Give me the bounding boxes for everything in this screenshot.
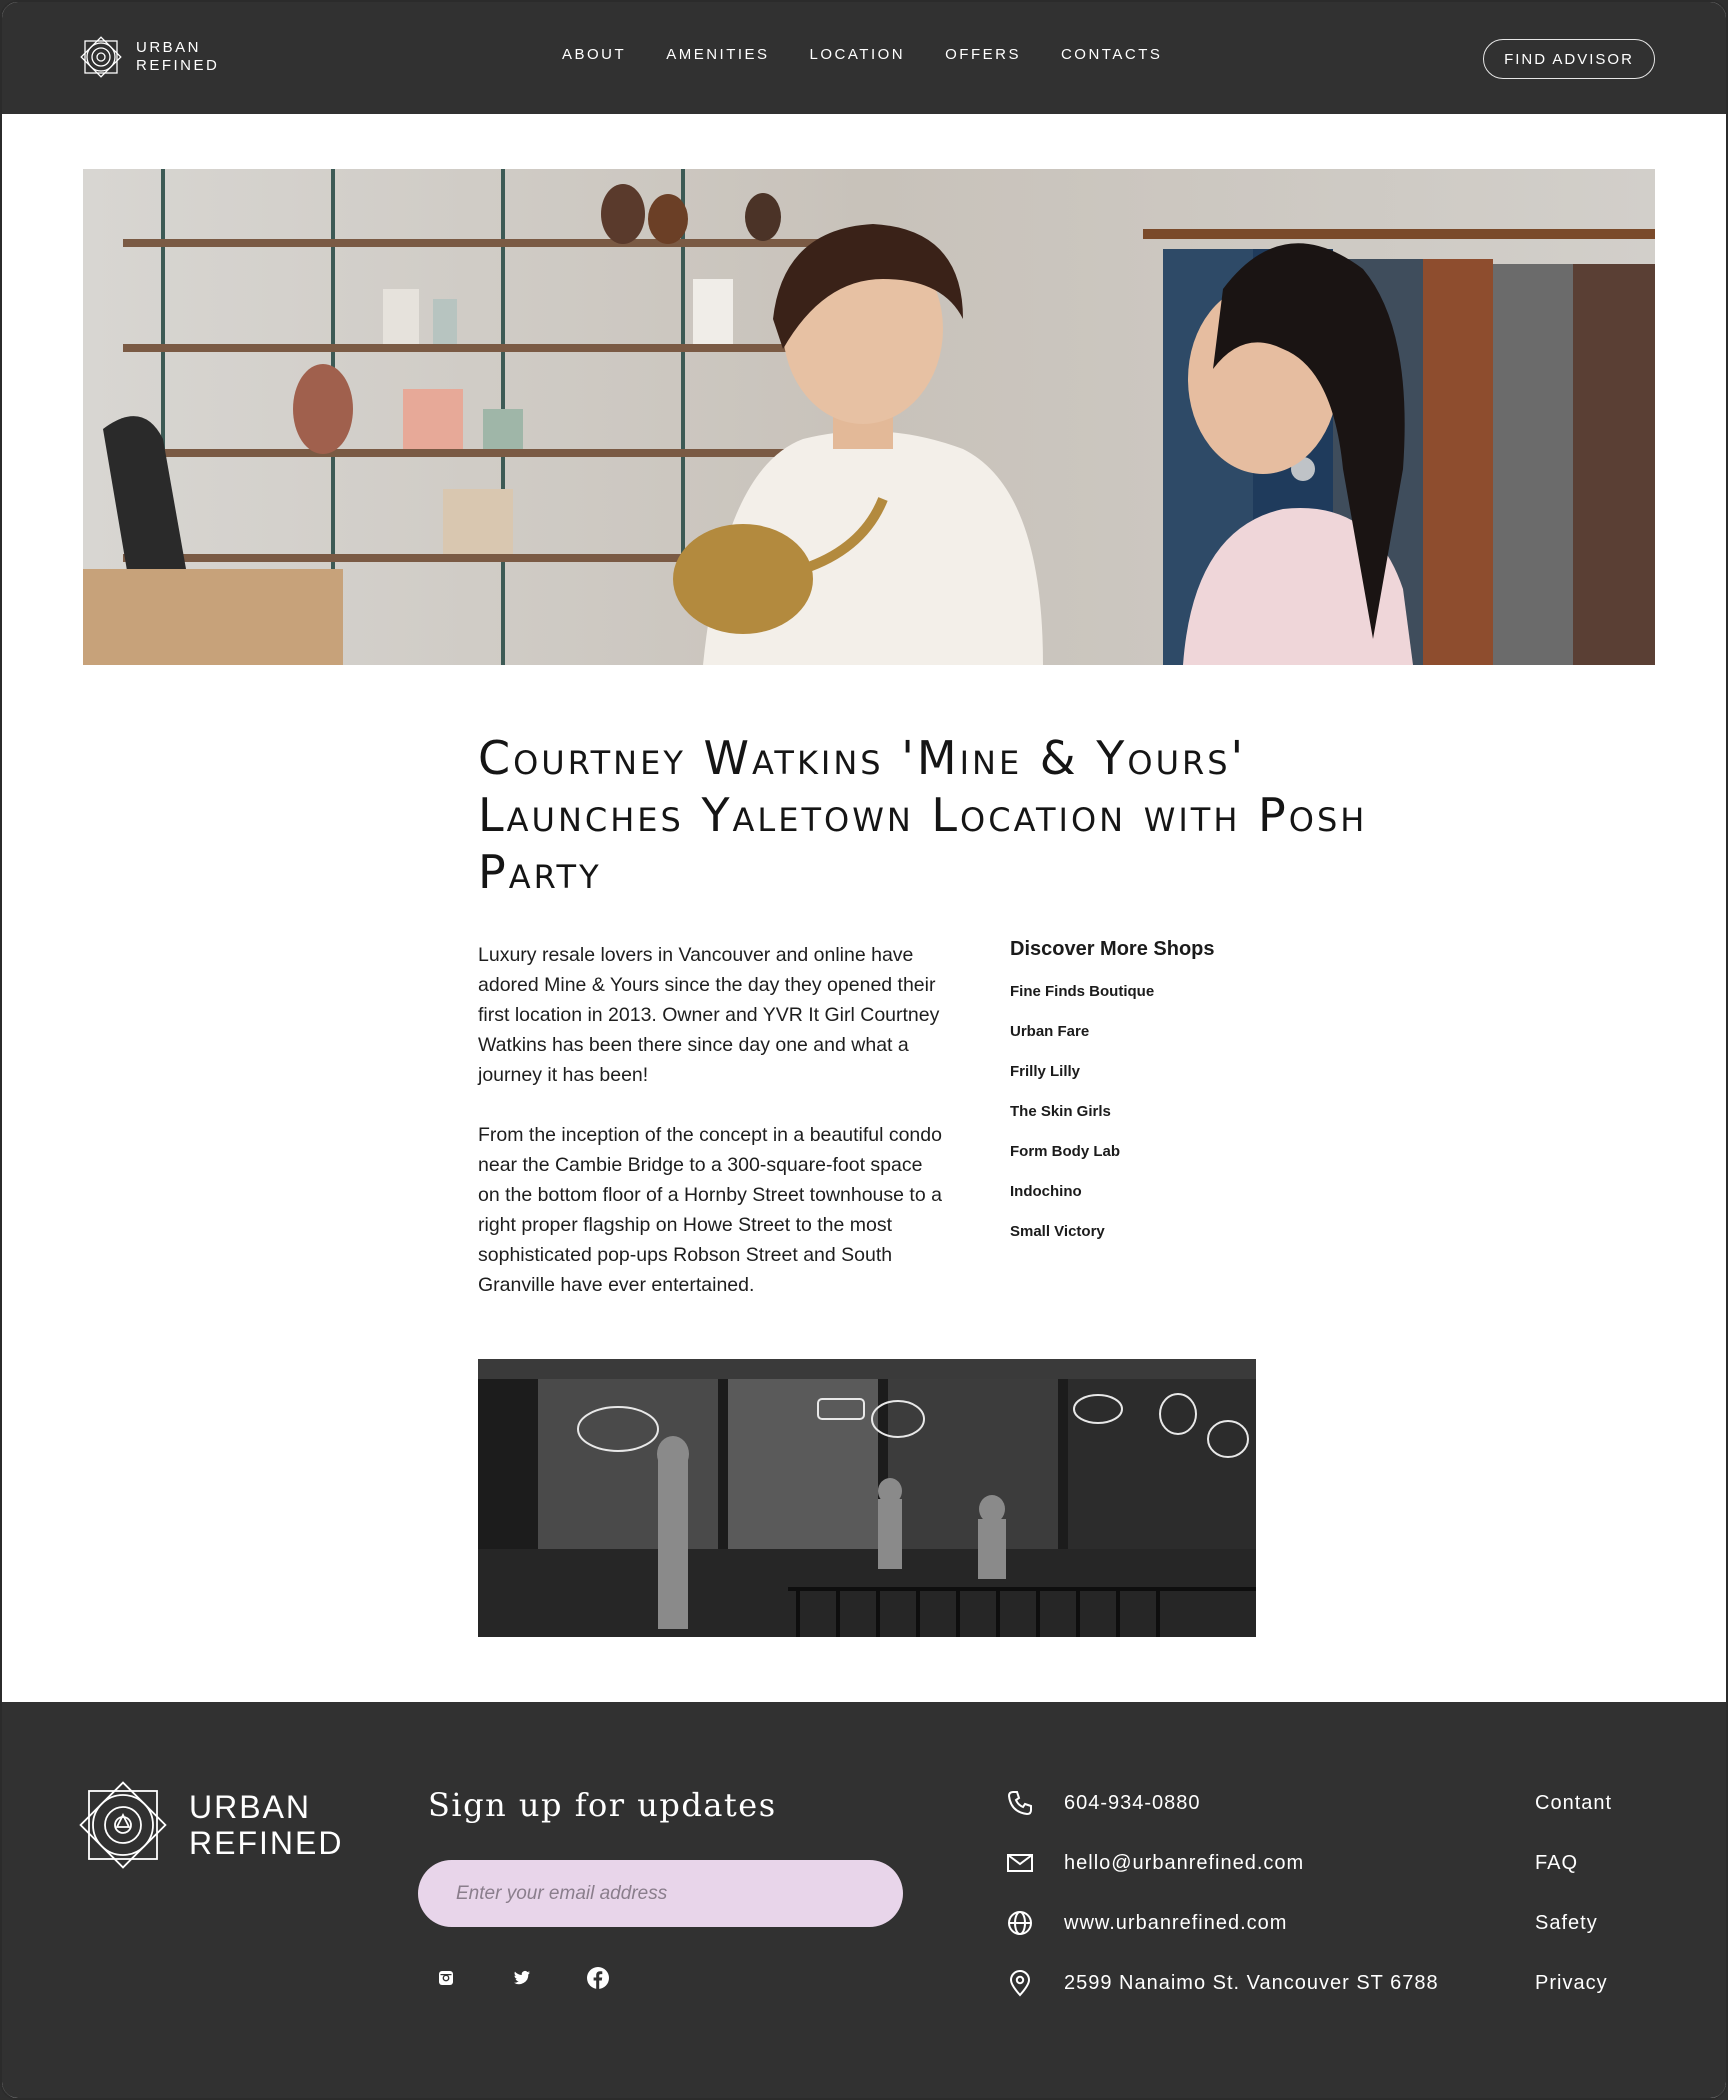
- storefront-photo: [478, 1359, 1256, 1637]
- shop-link[interactable]: Indochino: [1010, 1183, 1082, 1200]
- brand-line-2: REFINED: [136, 57, 220, 74]
- footer-links: Contant FAQ Safety Privacy: [1535, 1788, 1612, 2028]
- discover-shops-title: Discover More Shops: [1010, 938, 1215, 960]
- globe-icon: [1008, 1911, 1032, 1935]
- shop-link[interactable]: Frilly Lilly: [1010, 1063, 1080, 1080]
- list-item: Form Body Lab: [1010, 1143, 1310, 1183]
- shop-link[interactable]: The Skin Girls: [1010, 1103, 1111, 1120]
- phone-number: 604-934-0880: [1064, 1791, 1201, 1814]
- list-item: Small Victory: [1010, 1223, 1310, 1263]
- header-logo[interactable]: URBAN REFINED: [78, 34, 219, 80]
- find-advisor-button[interactable]: FIND ADVISOR: [1483, 39, 1655, 79]
- site-header: URBAN REFINED ABOUT AMENITIES LOCATION O…: [2, 2, 1726, 114]
- article-title: Courtney Watkins 'Mine & Yours' Launches…: [478, 731, 1368, 899]
- shop-link[interactable]: Small Victory: [1010, 1223, 1105, 1240]
- main-nav: ABOUT AMENITIES LOCATION OFFERS CONTACTS: [562, 46, 1162, 63]
- website-url: www.urbanrefined.com: [1064, 1911, 1288, 1934]
- instagram-icon[interactable]: [432, 1964, 460, 1992]
- logo-mark-icon: [80, 36, 122, 78]
- shop-link[interactable]: Urban Fare: [1010, 1023, 1089, 1040]
- storefront-illustration: [478, 1359, 1256, 1637]
- article-paragraph: Luxury resale lovers in Vancouver and on…: [478, 944, 940, 1086]
- footer-link-faq[interactable]: FAQ: [1535, 1848, 1612, 1878]
- article-paragraph: From the inception of the concept in a b…: [478, 1124, 942, 1296]
- site-footer: URBAN REFINED Sign up for updates Enter …: [2, 1702, 1726, 2098]
- email-address: hello@urbanrefined.com: [1064, 1851, 1305, 1874]
- article-body: Luxury resale lovers in Vancouver and on…: [478, 940, 948, 1330]
- nav-amenities[interactable]: AMENITIES: [666, 46, 769, 63]
- email-field[interactable]: [418, 1860, 903, 1927]
- page-frame: URBAN REFINED ABOUT AMENITIES LOCATION O…: [0, 0, 1728, 2100]
- contact-list: 604-934-0880 hello@urbanrefined.com www.…: [1005, 1788, 1439, 2028]
- footer-logo[interactable]: URBAN REFINED: [73, 1775, 343, 1875]
- footer-link-contant[interactable]: Contant: [1535, 1788, 1612, 1818]
- contact-phone[interactable]: 604-934-0880: [1005, 1788, 1439, 1818]
- signup-title: Sign up for updates: [428, 1786, 777, 1824]
- mail-icon: [1007, 1854, 1033, 1872]
- hero-illustration: [83, 169, 1655, 665]
- list-item: The Skin Girls: [1010, 1103, 1310, 1143]
- contact-address[interactable]: 2599 Nanaimo St. Vancouver ST 6788: [1005, 1968, 1439, 1998]
- shop-list: Fine Finds Boutique Urban Fare Frilly Li…: [1010, 983, 1310, 1263]
- logo-mark-icon: [79, 1781, 167, 1869]
- nav-about[interactable]: ABOUT: [562, 46, 626, 63]
- list-item: Indochino: [1010, 1183, 1310, 1223]
- hero-image: [83, 169, 1655, 665]
- facebook-icon[interactable]: [584, 1964, 612, 1992]
- list-item: Fine Finds Boutique: [1010, 983, 1310, 1023]
- nav-location[interactable]: LOCATION: [810, 46, 906, 63]
- footer-brand-line-2: REFINED: [189, 1825, 344, 1861]
- social-links: [432, 1964, 612, 1992]
- location-pin-icon: [1009, 1970, 1031, 1997]
- twitter-icon[interactable]: [508, 1964, 536, 1992]
- list-item: Urban Fare: [1010, 1023, 1310, 1063]
- discover-shops: Discover More Shops Fine Finds Boutique …: [1010, 938, 1310, 1263]
- contact-email[interactable]: hello@urbanrefined.com: [1005, 1848, 1439, 1878]
- list-item: Frilly Lilly: [1010, 1063, 1310, 1103]
- phone-icon: [1007, 1791, 1032, 1816]
- footer-link-safety[interactable]: Safety: [1535, 1908, 1612, 1938]
- footer-brand-line-1: URBAN: [189, 1789, 312, 1825]
- shop-link[interactable]: Form Body Lab: [1010, 1143, 1120, 1160]
- contact-website[interactable]: www.urbanrefined.com: [1005, 1908, 1439, 1938]
- street-address: 2599 Nanaimo St. Vancouver ST 6788: [1064, 1971, 1439, 1994]
- footer-link-privacy[interactable]: Privacy: [1535, 1968, 1612, 1998]
- nav-contacts[interactable]: CONTACTS: [1061, 46, 1162, 63]
- shop-link[interactable]: Fine Finds Boutique: [1010, 983, 1154, 1000]
- brand-line-1: URBAN: [136, 39, 202, 56]
- nav-offers[interactable]: OFFERS: [945, 46, 1021, 63]
